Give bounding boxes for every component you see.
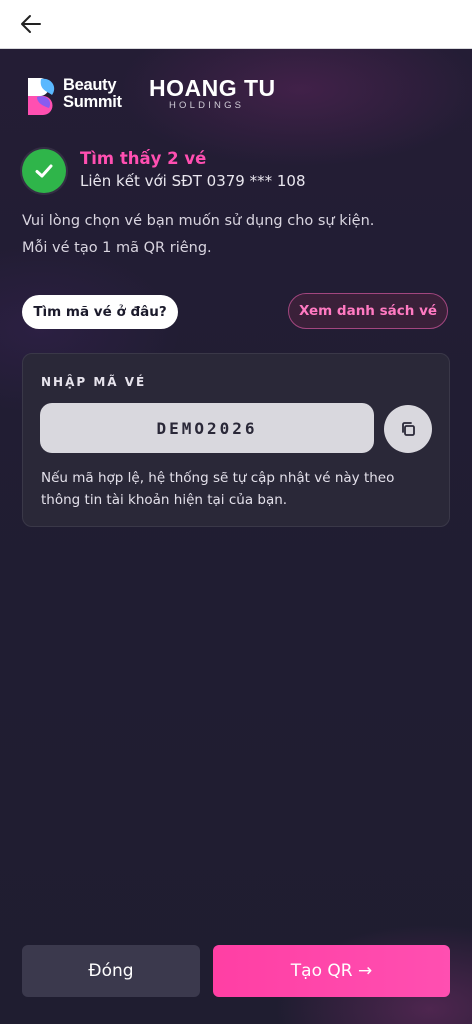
beauty-summit-line1: Beauty [63, 76, 117, 94]
tickets-found-title: Tìm thấy 2 vé [80, 149, 207, 168]
find-code-button[interactable]: Tìm mã vé ở đâu? [22, 295, 178, 329]
top-bar [0, 0, 472, 49]
copy-icon [402, 422, 415, 436]
close-button[interactable]: Đóng [22, 945, 200, 997]
description-line1: Vui lòng chọn vé bạn muốn sử dụng cho sự… [22, 213, 375, 229]
beauty-summit-logo: Beauty Summit [25, 75, 135, 115]
arrow-left-icon [21, 15, 41, 33]
main-screen: Beauty Summit HOANG TU HOLDINGS Tìm thấy… [0, 49, 472, 1024]
hoang-tu-wordmark: HOANG TU [149, 75, 276, 101]
copy-code-button[interactable] [384, 405, 432, 453]
success-badge [22, 149, 66, 193]
beauty-summit-wordmark: Beauty Summit [63, 77, 143, 111]
back-button[interactable] [16, 10, 46, 38]
beauty-summit-logo-mark [28, 78, 55, 115]
ticket-code-card: NHẬP MÃ VÉ Nếu mã hợp lệ, hệ thống sẽ tự… [22, 353, 450, 527]
hoang-tu-holdings: HOLDINGS [169, 100, 245, 111]
beauty-summit-line2: Summit [63, 93, 122, 111]
ticket-code-input[interactable] [40, 403, 374, 453]
ticket-code-label: NHẬP MÃ VÉ [41, 375, 147, 389]
ticket-code-note: Nếu mã hợp lệ, hệ thống sẽ tự cập nhật v… [41, 470, 395, 508]
view-ticket-list-button[interactable]: Xem danh sách vé [288, 293, 448, 329]
description-line2: Mỗi vé tạo 1 mã QR riêng. [22, 240, 212, 256]
check-icon [35, 164, 53, 178]
create-qr-button[interactable]: Tạo QR → [213, 945, 450, 997]
linked-phone-text: Liên kết với SĐT 0379 *** 108 [80, 172, 306, 190]
hoang-tu-logo: HOANG TU HOLDINGS [149, 75, 289, 115]
